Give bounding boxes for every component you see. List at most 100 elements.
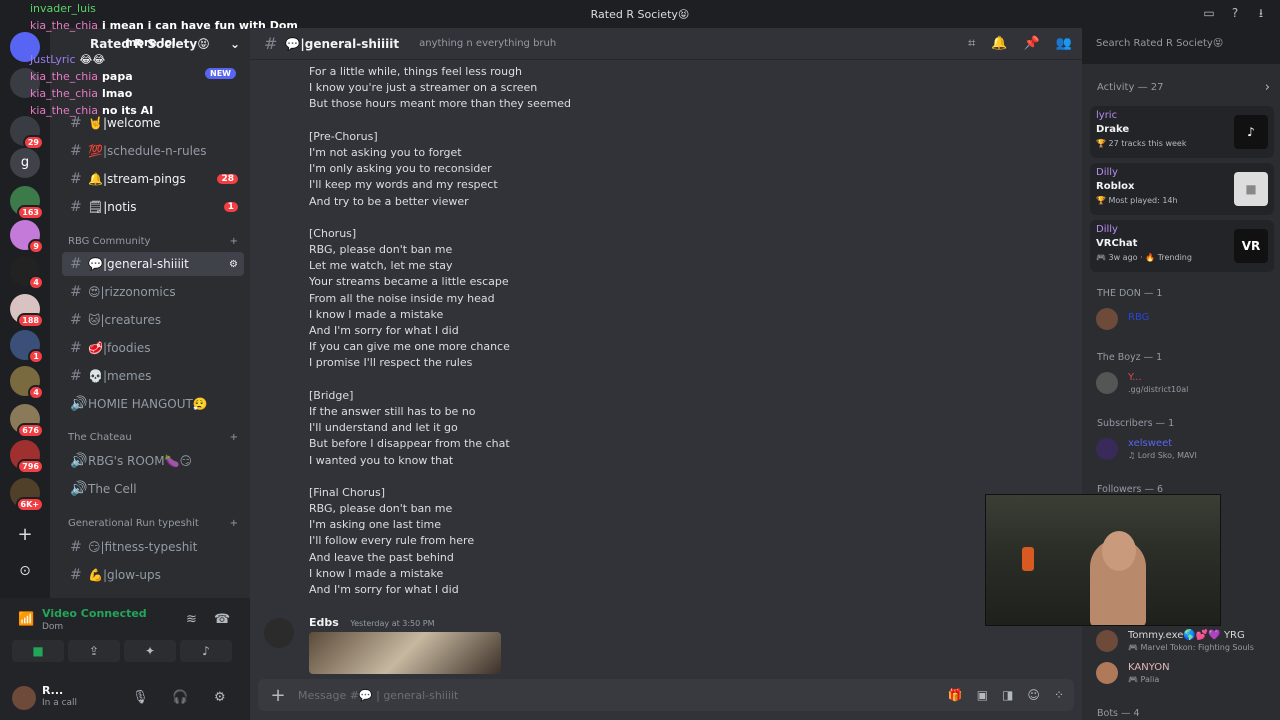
channel-creatures[interactable]: # 🐱|creatures [62,308,244,332]
server-badge: 9 [28,239,44,254]
member-name: RBG [1128,312,1150,323]
activity-card[interactable]: lyric Drake 🏆 27 tracks this week ♪ [1090,106,1274,158]
discover-icon[interactable]: ⊙ [10,556,40,586]
headset-icon[interactable]: 🎧 [172,690,188,705]
activity-card[interactable]: Dilly VRChat 🎮 3w ago · 🔥 Trending VR [1090,220,1274,272]
soundboard-button[interactable]: ♪ [180,640,232,662]
threads-icon[interactable]: ⌗ [968,36,975,51]
member-name: Y... [1128,372,1142,383]
pin-icon[interactable]: 📌 [1024,36,1040,51]
message-author[interactable]: Edbs [309,616,339,629]
lyric-line: Let me watch, let me stay [309,259,453,273]
help-icon[interactable]: ? [1228,6,1242,20]
gear-icon[interactable]: ⚙ [229,259,238,270]
voice-status[interactable]: Video Connected [42,607,147,620]
avatar[interactable] [264,618,294,648]
speaker-icon: 🔊 [70,481,88,497]
channel-memes[interactable]: # 💀|memes [62,364,244,388]
chat-user: kia_the_chia [30,70,99,83]
channel-schedule[interactable]: # 💯|schedule-n-rules [62,139,244,163]
hash-icon: # [70,256,82,272]
search-input[interactable]: Search Rated R Society😝 [1090,34,1274,54]
lyric-line: And leave the past behind [309,550,454,564]
channel-rizzonomics[interactable]: # 😍|rizzonomics [62,280,244,304]
chat-area: # 💬|general-shiiiit anything n everythin… [250,28,1082,720]
hash-icon: # [70,312,82,328]
bell-icon[interactable]: 🔔 [991,36,1007,51]
message-input[interactable]: Message #💬 | general-shiiiit [298,689,458,702]
member-item[interactable]: KANYON 🎮 Palia [1096,662,1276,692]
hash-icon: # [70,284,82,300]
avatar [1096,630,1118,652]
server-badge: 6K+ [15,497,44,512]
server-badge: 4 [28,385,44,400]
channel-general[interactable]: # 💬|general-shiiiit ⚙ [62,252,244,276]
screenshare-button[interactable]: ⇪ [68,640,120,662]
server-icon[interactable]: 29 [10,116,44,150]
channel-topic[interactable]: anything n everything bruh [419,38,556,49]
plus-icon[interactable]: + [258,685,298,706]
server-icon[interactable]: 6K+ [10,478,44,512]
speaker-icon: 🔊 [70,396,88,412]
chat-line: invader_luis [30,0,298,17]
channel-stream-pings[interactable]: # 🔔|stream-pings 28 [62,167,244,191]
lyric-line: I'll follow every rule from here [309,534,475,548]
add-server-icon[interactable]: + [10,520,40,550]
member-status: .gg/district10al [1128,385,1189,394]
server-icon[interactable]: 188 [10,294,44,328]
category-rbg-community[interactable]: RBG Community + [68,236,238,247]
server-icon[interactable]: 1 [10,330,44,364]
activities-button[interactable]: ✦ [124,640,176,662]
channel-glow-ups[interactable]: # 💪|glow-ups [62,563,244,587]
apps-icon[interactable]: ⁘ [1054,688,1064,702]
lyric-line: I'm not asking you to forget [309,145,462,159]
mic-icon[interactable]: 🎙 [132,690,149,705]
streamer-head [1102,531,1136,571]
member-item[interactable]: Tommy.exe🌎💕💜 YRG 🎮 Marvel Tokon: Fightin… [1096,630,1276,660]
voice-channel-name[interactable]: Dom [42,622,63,632]
gif-icon[interactable]: ▣ [977,688,988,702]
server-icon[interactable]: 796 [10,440,44,474]
gear-icon[interactable]: ⚙ [214,690,226,705]
channel-fitness[interactable]: # 😏|fitness-typeshit [62,535,244,559]
emoji-icon[interactable]: ☺ [1027,688,1040,702]
avatar [1096,308,1118,330]
server-icon[interactable]: 4 [10,366,44,400]
chevron-right-icon[interactable]: › [1265,80,1270,95]
members-icon[interactable]: 👥 [1056,36,1072,51]
server-icon[interactable]: g [10,148,40,178]
camera-button[interactable]: ■ [12,640,64,662]
channel-label: 💀|memes [88,369,152,383]
server-icon[interactable]: 676 [10,404,44,438]
gift-icon[interactable]: 🎁 [948,688,963,702]
hash-icon: # [70,143,82,159]
inbox-icon[interactable]: ▭ [1202,6,1216,20]
voice-channel-cell[interactable]: 🔊 The Cell [62,477,244,501]
message-header: Edbs Yesterday at 3:50 PM [309,616,435,629]
add-channel-icon[interactable]: + [230,432,238,443]
noise-suppression-icon[interactable]: ≋ [186,612,197,627]
member-item[interactable]: Y... .gg/district10al [1096,372,1276,402]
voice-channel-rbg-room[interactable]: 🔊 RBG's ROOM🍆😏 [62,449,244,473]
server-icon[interactable]: 9 [10,220,44,254]
disconnect-icon[interactable]: ☎ [214,612,230,627]
member-item[interactable]: xelsweet ♫ Lord Sko, MAVI [1096,438,1276,468]
server-icon[interactable]: 4 [10,256,44,290]
sticker-icon[interactable]: ◨ [1002,688,1013,702]
member-item[interactable]: RBG [1096,308,1276,338]
avatar [1096,438,1118,460]
download-icon[interactable]: ⭳ [1254,6,1268,20]
activity-title[interactable]: Activity — 27 [1097,82,1163,93]
channel-notis[interactable]: # 🗒|notis 1 [62,195,244,219]
message-image[interactable] [309,632,501,674]
avatar[interactable] [12,686,36,710]
add-channel-icon[interactable]: + [230,518,238,529]
add-channel-icon[interactable]: + [230,236,238,247]
category-genrun[interactable]: Generational Run typeshit + [68,518,238,529]
channel-foodies[interactable]: # 🥩|foodies [62,336,244,360]
message-composer[interactable]: + Message #💬 | general-shiiiit 🎁 ▣ ◨ ☺ ⁘ [258,679,1074,711]
voice-channel-homie[interactable]: 🔊 HOMIE HANGOUT😮‍💨 [62,392,244,416]
server-icon[interactable]: 163 [10,186,44,220]
category-chateau[interactable]: The Chateau + [68,432,238,443]
activity-card[interactable]: Dilly Roblox 🏆 Most played: 14h ■ [1090,163,1274,215]
